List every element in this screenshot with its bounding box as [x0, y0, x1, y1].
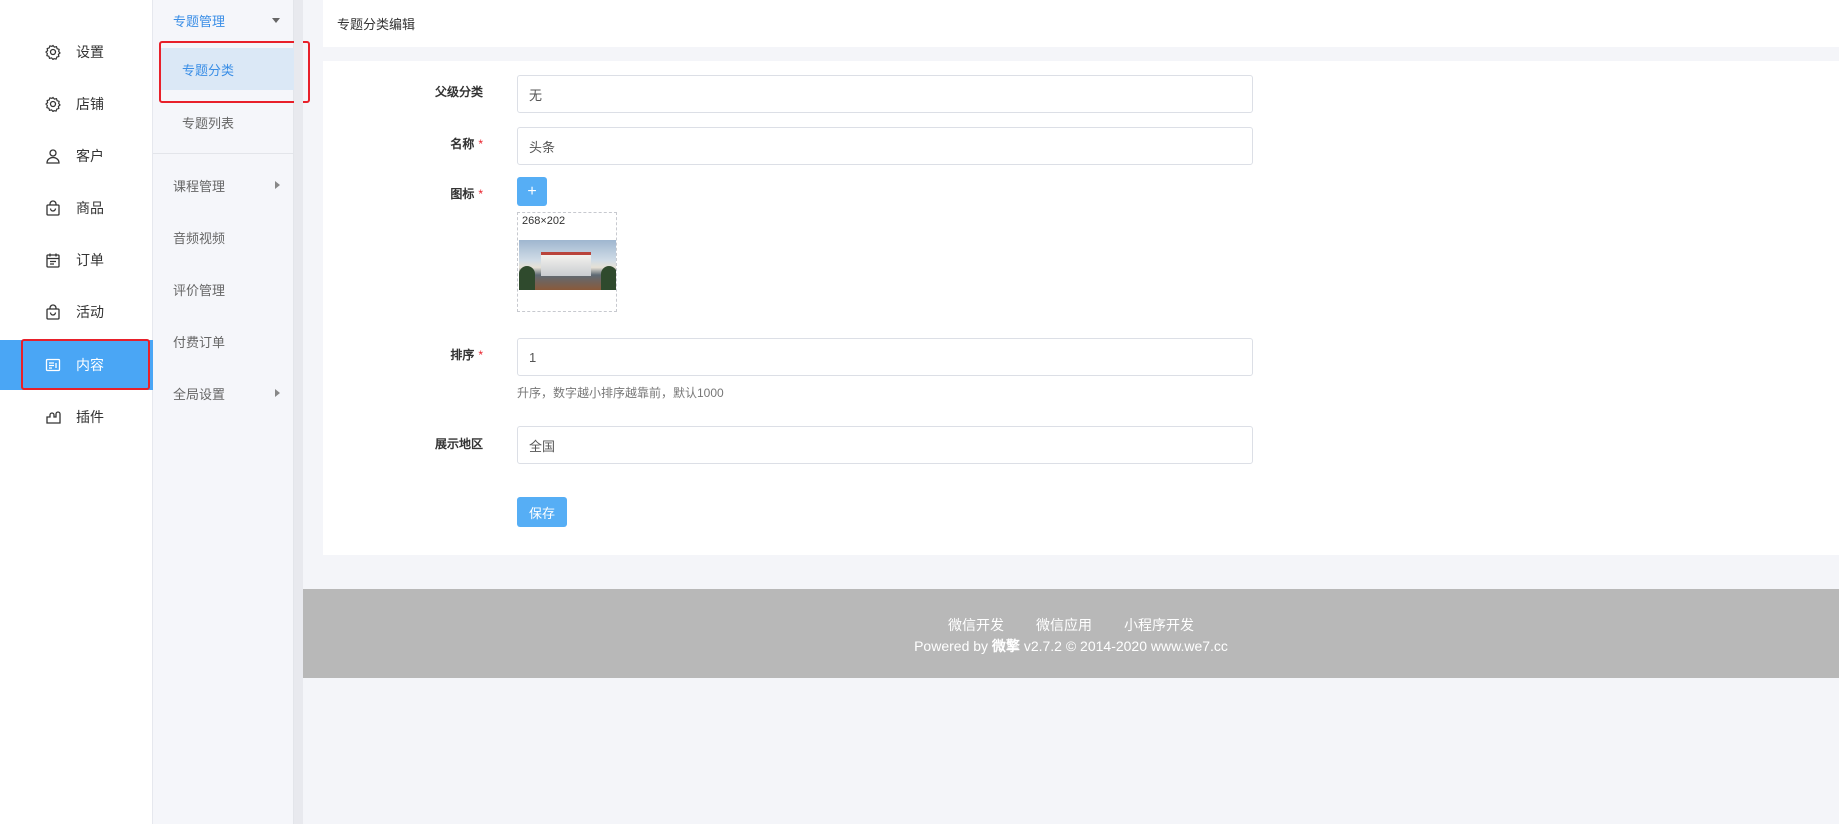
- save-button[interactable]: 保存: [517, 497, 567, 527]
- gear-icon: [44, 43, 62, 61]
- nav-item-settings[interactable]: 设置: [0, 27, 153, 77]
- caret-right-icon: [275, 181, 280, 189]
- name-label: 名称 *: [323, 135, 483, 152]
- shopping-bag-icon: [44, 303, 62, 321]
- user-icon: [44, 147, 62, 165]
- image-size-label: 268×202: [522, 215, 566, 227]
- sort-field[interactable]: [517, 338, 1253, 376]
- nav-item-store[interactable]: 店铺: [0, 79, 153, 129]
- nav-item-content[interactable]: 内容: [0, 340, 153, 390]
- nav-item-label: 活动: [76, 304, 104, 320]
- nav-item-label: 设置: [76, 44, 104, 60]
- nav-subitem-label: 专题列表: [182, 115, 235, 131]
- nav-item-orders[interactable]: 订单: [0, 235, 153, 285]
- secondary-sidebar: 专题管理 专题分类 专题列表 课程管理 音频视频 评价管理 付费订单 全局设置: [153, 0, 294, 824]
- nav-group-global-settings[interactable]: 全局设置: [153, 373, 294, 413]
- required-mark: *: [478, 187, 483, 201]
- nav-item-label: 商品: [76, 200, 104, 216]
- label-text: 名称: [450, 137, 475, 151]
- nav-item-plugins[interactable]: 插件: [0, 392, 153, 442]
- nav-item-review-management[interactable]: 评价管理: [153, 269, 294, 309]
- nav-item-label: 音频视频: [173, 230, 226, 246]
- nav-item-products[interactable]: 商品: [0, 183, 153, 233]
- scroll-gutter: [294, 0, 303, 824]
- nav-item-activities[interactable]: 活动: [0, 287, 153, 337]
- page-header: 专题分类编辑: [323, 0, 1839, 47]
- footer: 微信开发 微信应用 小程序开发 Powered by 微擎 v2.7.2 © 2…: [303, 589, 1839, 678]
- nav-subitem-topic-list[interactable]: 专题列表: [161, 101, 294, 143]
- parent-category-field[interactable]: [517, 75, 1253, 113]
- divider: [153, 153, 294, 154]
- footer-powered-by: Powered by 微擎 v2.7.2 © 2014-2020 www.we7…: [303, 636, 1839, 656]
- nav-item-label: 评价管理: [173, 282, 226, 298]
- footer-links: 微信开发 微信应用 小程序开发: [303, 615, 1839, 635]
- calendar-icon: [44, 251, 62, 269]
- edit-form: 父级分类 名称* 图标* + 268×202 排序* 升序，数字越小排序越靠前，…: [323, 61, 1839, 555]
- region-field[interactable]: [517, 426, 1253, 464]
- version-copyright: v2.7.2 © 2014-2020 www.we7.cc: [1023, 638, 1228, 654]
- label-text: 排序: [450, 348, 475, 362]
- nav-subitem-topic-category[interactable]: 专题分类: [161, 48, 294, 90]
- content-icon: [44, 356, 62, 374]
- shopping-bag-icon: [44, 199, 62, 217]
- building-image: [519, 240, 616, 290]
- nav-group-label: 专题管理: [173, 13, 226, 29]
- nav-group-topic-management[interactable]: 专题管理: [153, 0, 294, 40]
- nav-group-label: 课程管理: [173, 178, 226, 194]
- nav-item-label: 订单: [76, 252, 104, 268]
- gear-icon: [44, 95, 62, 113]
- page-title: 专题分类编辑: [337, 17, 416, 32]
- upload-image-button[interactable]: +: [517, 177, 547, 206]
- icon-label: 图标 *: [323, 185, 483, 202]
- image-thumbnail[interactable]: 268×202: [517, 212, 617, 312]
- footer-link-wechat-apps[interactable]: 微信应用: [1036, 615, 1092, 635]
- label-text: 图标: [450, 187, 475, 201]
- plugin-icon: [44, 408, 62, 426]
- nav-item-label: 内容: [76, 357, 104, 373]
- building-shape: [541, 252, 591, 276]
- primary-sidebar: 设置 店铺 客户 商品 订单 活动 内容 插件: [0, 0, 153, 824]
- nav-item-label: 插件: [76, 409, 104, 425]
- required-mark: *: [478, 348, 483, 362]
- powered-prefix: Powered by: [914, 638, 989, 654]
- footer-link-miniprogram-dev[interactable]: 小程序开发: [1124, 615, 1194, 635]
- nav-item-label: 付费订单: [173, 334, 226, 350]
- caret-right-icon: [275, 389, 280, 397]
- parent-category-label: 父级分类: [323, 83, 483, 100]
- tree-shape: [601, 266, 616, 290]
- nav-subitem-label: 专题分类: [182, 62, 235, 78]
- label-text: 展示地区: [434, 437, 483, 451]
- nav-item-label: 店铺: [76, 96, 104, 112]
- brand-name: 微擎: [991, 638, 1020, 654]
- name-field[interactable]: [517, 127, 1253, 165]
- nav-item-paid-orders[interactable]: 付费订单: [153, 321, 294, 361]
- nav-item-customers[interactable]: 客户: [0, 131, 153, 181]
- nav-item-label: 客户: [76, 148, 104, 164]
- nav-item-audio-video[interactable]: 音频视频: [153, 217, 294, 257]
- label-text: 父级分类: [434, 85, 483, 99]
- sort-label: 排序 *: [323, 346, 483, 363]
- nav-group-course-management[interactable]: 课程管理: [153, 165, 294, 205]
- sort-hint: 升序，数字越小排序越靠前，默认1000: [517, 386, 724, 400]
- caret-down-icon: [272, 17, 280, 23]
- region-label: 展示地区: [323, 435, 483, 452]
- footer-link-wechat-dev[interactable]: 微信开发: [948, 615, 1004, 635]
- required-mark: *: [478, 137, 483, 151]
- nav-group-label: 全局设置: [173, 386, 226, 402]
- tree-shape: [519, 266, 535, 290]
